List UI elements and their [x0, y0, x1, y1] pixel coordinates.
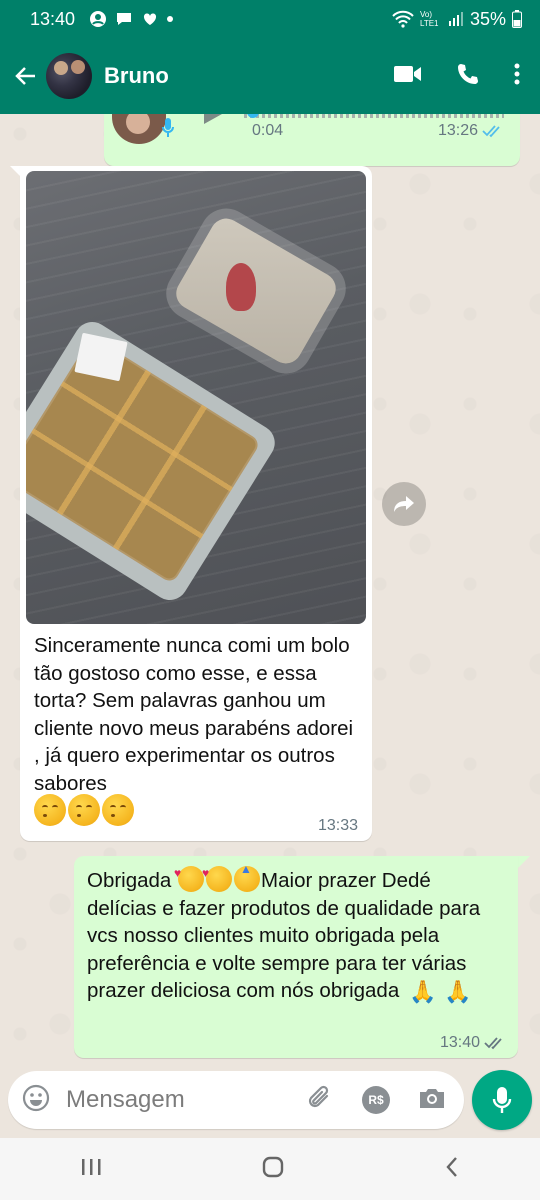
- notification-icons: [89, 10, 174, 28]
- praying-hands-emoji-icon: 🙏: [444, 979, 472, 1004]
- heart-chat-icon: [144, 13, 157, 25]
- emoji-row: [34, 794, 134, 826]
- mic-small-icon: [162, 118, 174, 137]
- camera-icon: [420, 1088, 444, 1108]
- forward-icon: [394, 496, 414, 512]
- account-icon: [90, 11, 107, 27]
- back-arrow-icon: [15, 67, 35, 85]
- chat-area[interactable]: 0:04 13:26 Sinceramente nunca comi um bo…: [0, 114, 540, 1070]
- delivered-ticks-icon: [484, 1037, 502, 1050]
- system-nav-bar: [0, 1138, 540, 1200]
- incoming-timestamp: 13:33: [317, 817, 358, 834]
- outgoing-timestamp: 13:40: [439, 1034, 480, 1051]
- smiling-emoji-icon: [34, 794, 66, 826]
- back-button[interactable]: [12, 62, 40, 90]
- recent-apps-icon: [81, 1158, 101, 1175]
- home-icon: [262, 1156, 284, 1177]
- battery-percent: 35%: [469, 8, 506, 29]
- network-label: Vo) LTE1: [419, 10, 439, 28]
- praying-hands-emoji-icon: 🙏: [408, 979, 437, 1004]
- contact-name[interactable]: Bruno: [104, 63, 169, 89]
- outgoing-message[interactable]: Obrigada Maior prazer Dedé delícias e fa…: [74, 856, 518, 1058]
- video-call-button[interactable]: [394, 64, 422, 89]
- more-options-icon: [514, 63, 520, 84]
- audio-timestamp: 13:26: [437, 122, 478, 139]
- payment-button[interactable]: R$: [362, 1086, 390, 1114]
- chat-header: Bruno: [0, 38, 540, 114]
- voice-call-icon: [458, 63, 478, 84]
- read-ticks-icon: [482, 125, 500, 138]
- message-composer: R$: [8, 1071, 464, 1129]
- battery-icon: [512, 10, 522, 28]
- wifi-icon: [392, 10, 414, 28]
- attach-icon: [308, 1085, 329, 1107]
- signal-icon: [448, 12, 463, 26]
- emoji-button[interactable]: [22, 1084, 50, 1117]
- smiling-emoji-icon: [68, 794, 100, 826]
- attach-button[interactable]: [306, 1084, 334, 1117]
- home-button[interactable]: [261, 1155, 285, 1184]
- status-bar: 13:40 Vo) LTE1 35%: [0, 0, 540, 38]
- forward-button[interactable]: [382, 482, 426, 526]
- incoming-message[interactable]: Sinceramente nunca comi um bolo tão gost…: [20, 166, 372, 841]
- outgoing-message-body: Obrigada Maior prazer Dedé delícias e fa…: [87, 856, 503, 1006]
- chevron-left-icon: [446, 1156, 458, 1177]
- message-input[interactable]: [64, 1085, 288, 1115]
- more-options-button[interactable]: [514, 63, 520, 90]
- audio-message[interactable]: 0:04 13:26: [104, 114, 520, 166]
- back-nav-button[interactable]: [444, 1155, 460, 1184]
- mic-icon: [492, 1087, 512, 1113]
- smiling-hearts-emoji-icon: [202, 860, 233, 892]
- audio-sender-avatar: [112, 114, 166, 144]
- cake-photo[interactable]: [26, 171, 366, 624]
- contact-avatar[interactable]: [46, 53, 92, 99]
- audio-waveform[interactable]: [244, 114, 504, 118]
- play-icon[interactable]: [204, 114, 222, 124]
- voice-call-button[interactable]: [456, 62, 480, 91]
- incoming-message-text: Sinceramente nunca comi um bolo tão gost…: [34, 634, 354, 795]
- outgoing-first-word: Obrigada: [87, 869, 172, 892]
- video-call-icon: [394, 65, 421, 82]
- voice-record-button[interactable]: [472, 1070, 532, 1130]
- emoji-icon: [22, 1084, 50, 1111]
- audio-duration: 0:04: [252, 122, 284, 139]
- more-notifications-icon: [167, 16, 174, 22]
- chat-notification-icon: [117, 13, 132, 25]
- camera-button[interactable]: [418, 1086, 446, 1115]
- outgoing-bubble-tail: [518, 856, 530, 868]
- party-emoji-icon: [234, 856, 261, 892]
- smiling-emoji-icon: [102, 794, 134, 826]
- recent-apps-button[interactable]: [80, 1157, 102, 1182]
- status-time: 13:40: [30, 8, 76, 29]
- smiling-hearts-emoji-icon: [174, 860, 205, 892]
